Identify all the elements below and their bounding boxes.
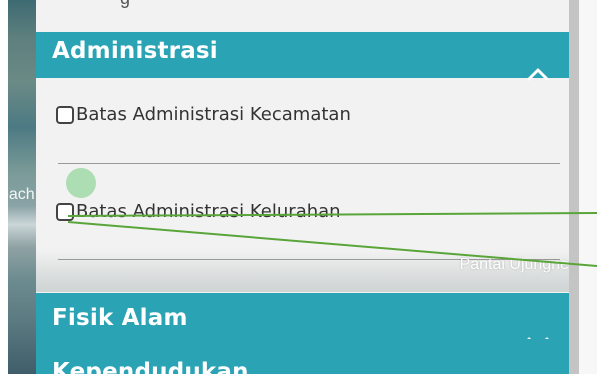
annotation-line <box>67 212 597 217</box>
annotation-line <box>67 221 597 267</box>
annotation-lines <box>67 212 597 267</box>
